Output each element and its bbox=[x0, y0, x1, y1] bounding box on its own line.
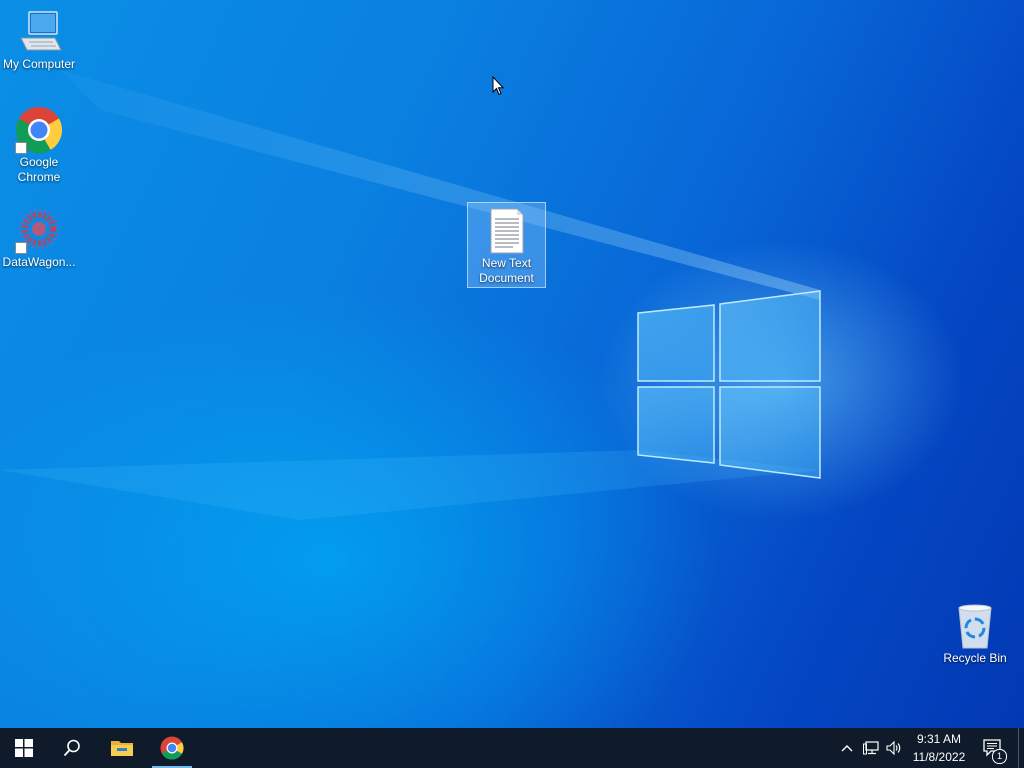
search-button[interactable] bbox=[48, 728, 96, 768]
tray-overflow-button[interactable] bbox=[838, 728, 856, 768]
shortcut-arrow-icon bbox=[15, 142, 27, 154]
taskbar: 9:31 AM 11/8/2022 1 bbox=[0, 728, 1024, 768]
chrome-icon bbox=[15, 106, 63, 154]
desktop-icon-label: My Computer bbox=[2, 57, 76, 71]
recycle-bin-icon bbox=[951, 602, 999, 650]
desktop-icon-my-computer[interactable]: My Computer bbox=[0, 8, 78, 72]
notification-count-badge: 1 bbox=[992, 749, 1007, 764]
desktop-icon-label: Google Chrome bbox=[17, 155, 61, 184]
desktop-icon-label: DataWagon... bbox=[2, 255, 76, 269]
desktop-icon-label: New Text Document bbox=[479, 256, 534, 285]
volume-icon bbox=[886, 741, 901, 755]
folder-icon bbox=[111, 741, 133, 756]
text-document-icon bbox=[483, 207, 531, 255]
datawagon-icon bbox=[15, 206, 63, 254]
wallpaper-light-beam bbox=[0, 70, 820, 520]
desktop[interactable]: My Computer Google Chrome DataWagon... N… bbox=[0, 0, 1024, 728]
desktop-icon-datawagon[interactable]: DataWagon... bbox=[0, 206, 78, 270]
computer-icon bbox=[15, 8, 63, 56]
mouse-pointer-icon bbox=[492, 76, 504, 96]
taskbar-clock[interactable]: 9:31 AM 11/8/2022 bbox=[904, 730, 974, 766]
file-explorer-button[interactable] bbox=[98, 728, 146, 768]
search-icon bbox=[63, 739, 80, 757]
network-icon bbox=[863, 741, 879, 755]
desktop-icon-google-chrome[interactable]: Google Chrome bbox=[0, 106, 78, 185]
clock-date: 11/8/2022 bbox=[912, 750, 966, 764]
chevron-up-icon bbox=[841, 745, 853, 752]
start-button[interactable] bbox=[0, 728, 48, 768]
clock-time: 9:31 AM bbox=[916, 732, 962, 746]
chrome-taskbar-button[interactable] bbox=[148, 728, 196, 768]
shortcut-arrow-icon bbox=[15, 242, 27, 254]
windows-wallpaper-logo bbox=[637, 290, 821, 479]
windows-logo-icon bbox=[15, 739, 33, 757]
action-center-button[interactable]: 1 bbox=[980, 728, 1007, 768]
desktop-icon-new-text-document[interactable]: New Text Document bbox=[467, 202, 546, 288]
volume-button[interactable] bbox=[884, 728, 904, 768]
chrome-icon bbox=[160, 736, 184, 760]
desktop-icon-label: Recycle Bin bbox=[943, 651, 1007, 665]
show-desktop-button[interactable] bbox=[1018, 728, 1024, 768]
desktop-icon-recycle-bin[interactable]: Recycle Bin bbox=[936, 602, 1014, 666]
network-button[interactable] bbox=[860, 728, 882, 768]
